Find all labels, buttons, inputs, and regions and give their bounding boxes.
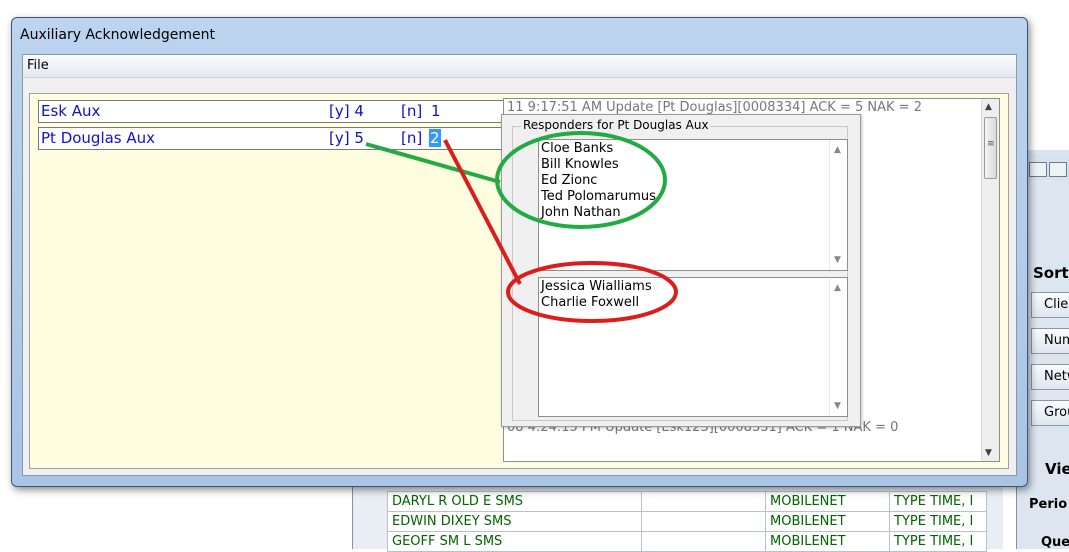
window-title: Auxiliary Acknowledgement: [20, 27, 216, 43]
aux-no-count-selected[interactable]: 2: [429, 129, 441, 147]
aux-row-esk[interactable]: Esk Aux [y] 4 [n] 1: [38, 100, 504, 123]
cell-type: TYPE TIME, I: [889, 511, 987, 532]
aux-yes-count: [y] 5: [329, 129, 364, 147]
cell-name: DARYL R OLD E SMS: [387, 491, 642, 512]
responders-popup: Responders for Pt Douglas Aux Cloe Banks…: [501, 114, 861, 427]
table-row[interactable]: EDWIN DIXEY SMS MOBILENET TYPE TIME, I: [387, 511, 987, 532]
cell-number: [641, 511, 766, 532]
background-table-window: DARYL R OLD E SMS MOBILENET TYPE TIME, I…: [352, 485, 1003, 552]
aux-no-label: [n]: [401, 102, 423, 120]
log-scrollbar[interactable]: ▲ ≡ ▼: [981, 99, 999, 461]
query-label: Que: [1041, 535, 1069, 550]
scroll-up-icon[interactable]: ▲: [834, 145, 841, 155]
ack-responders-list[interactable]: Cloe Banks Bill Knowles Ed Zionc Ted Poloma…: [538, 139, 848, 271]
scroll-down-icon[interactable]: ▼: [834, 255, 841, 265]
grip-icon: ≡: [987, 139, 995, 149]
sort-group-button[interactable]: Grou: [1031, 400, 1069, 426]
aux-yes-count: [y] 4: [329, 102, 364, 120]
ack-responder-item[interactable]: Bill Knowles: [541, 157, 619, 172]
cell-network: MOBILENET: [765, 511, 890, 532]
scroll-down-icon[interactable]: ▼: [834, 401, 841, 411]
log-line[interactable]: 11 9:17:51 AM Update [Pt Douglas][000833…: [507, 100, 922, 115]
responders-group-title: Responders for Pt Douglas Aux: [521, 118, 711, 132]
period-label: Perio: [1029, 497, 1068, 512]
sort-client-button[interactable]: Clie: [1031, 292, 1069, 318]
minimize-icon[interactable]: [1029, 162, 1047, 177]
sort-network-button[interactable]: Netw: [1031, 364, 1069, 390]
aux-row-pt-douglas[interactable]: Pt Douglas Aux [y] 5 [n] 2: [38, 127, 504, 150]
aux-name: Esk Aux: [41, 102, 101, 120]
nak-responders-list[interactable]: Jessica Wialliams Charlie Foxwell ▲ ▼: [538, 277, 848, 417]
sort-number-button[interactable]: Num: [1031, 328, 1069, 354]
cell-name: EDWIN DIXEY SMS: [387, 511, 642, 532]
ack-responder-item[interactable]: Ted Polomarumus: [541, 189, 656, 204]
sort-label: Sort: [1033, 264, 1069, 282]
cell-type: TYPE TIME, I: [889, 491, 987, 512]
background-window-titlebar: [1025, 154, 1069, 180]
menu-file[interactable]: File: [27, 58, 49, 73]
table-row[interactable]: DARYL R OLD E SMS MOBILENET TYPE TIME, I: [387, 491, 987, 512]
scroll-up-icon[interactable]: ▲: [834, 283, 841, 293]
nak-responder-item[interactable]: Jessica Wialliams: [541, 279, 652, 294]
ack-responder-item[interactable]: Ed Zionc: [541, 173, 597, 188]
nak-list-scrollbar[interactable]: ▲ ▼: [829, 278, 847, 416]
aux-no-count: 1: [431, 102, 441, 120]
view-label: Vie: [1045, 460, 1069, 478]
background-contact-grid: DARYL R OLD E SMS MOBILENET TYPE TIME, I…: [387, 491, 987, 552]
aux-no-label: [n]: [401, 129, 423, 147]
maximize-icon[interactable]: [1049, 162, 1067, 177]
cell-number: [641, 491, 766, 512]
ack-responder-item[interactable]: John Nathan: [541, 205, 621, 220]
scroll-up-icon[interactable]: ▲: [985, 102, 992, 112]
cell-network: MOBILENET: [765, 491, 890, 512]
ack-responder-item[interactable]: Cloe Banks: [541, 141, 613, 156]
scroll-down-icon[interactable]: ▼: [985, 448, 992, 458]
menu-bar: File: [23, 55, 1016, 78]
ack-list-scrollbar[interactable]: ▲ ▼: [829, 140, 847, 270]
aux-name: Pt Douglas Aux: [41, 129, 156, 147]
nak-responder-item[interactable]: Charlie Foxwell: [541, 295, 639, 310]
